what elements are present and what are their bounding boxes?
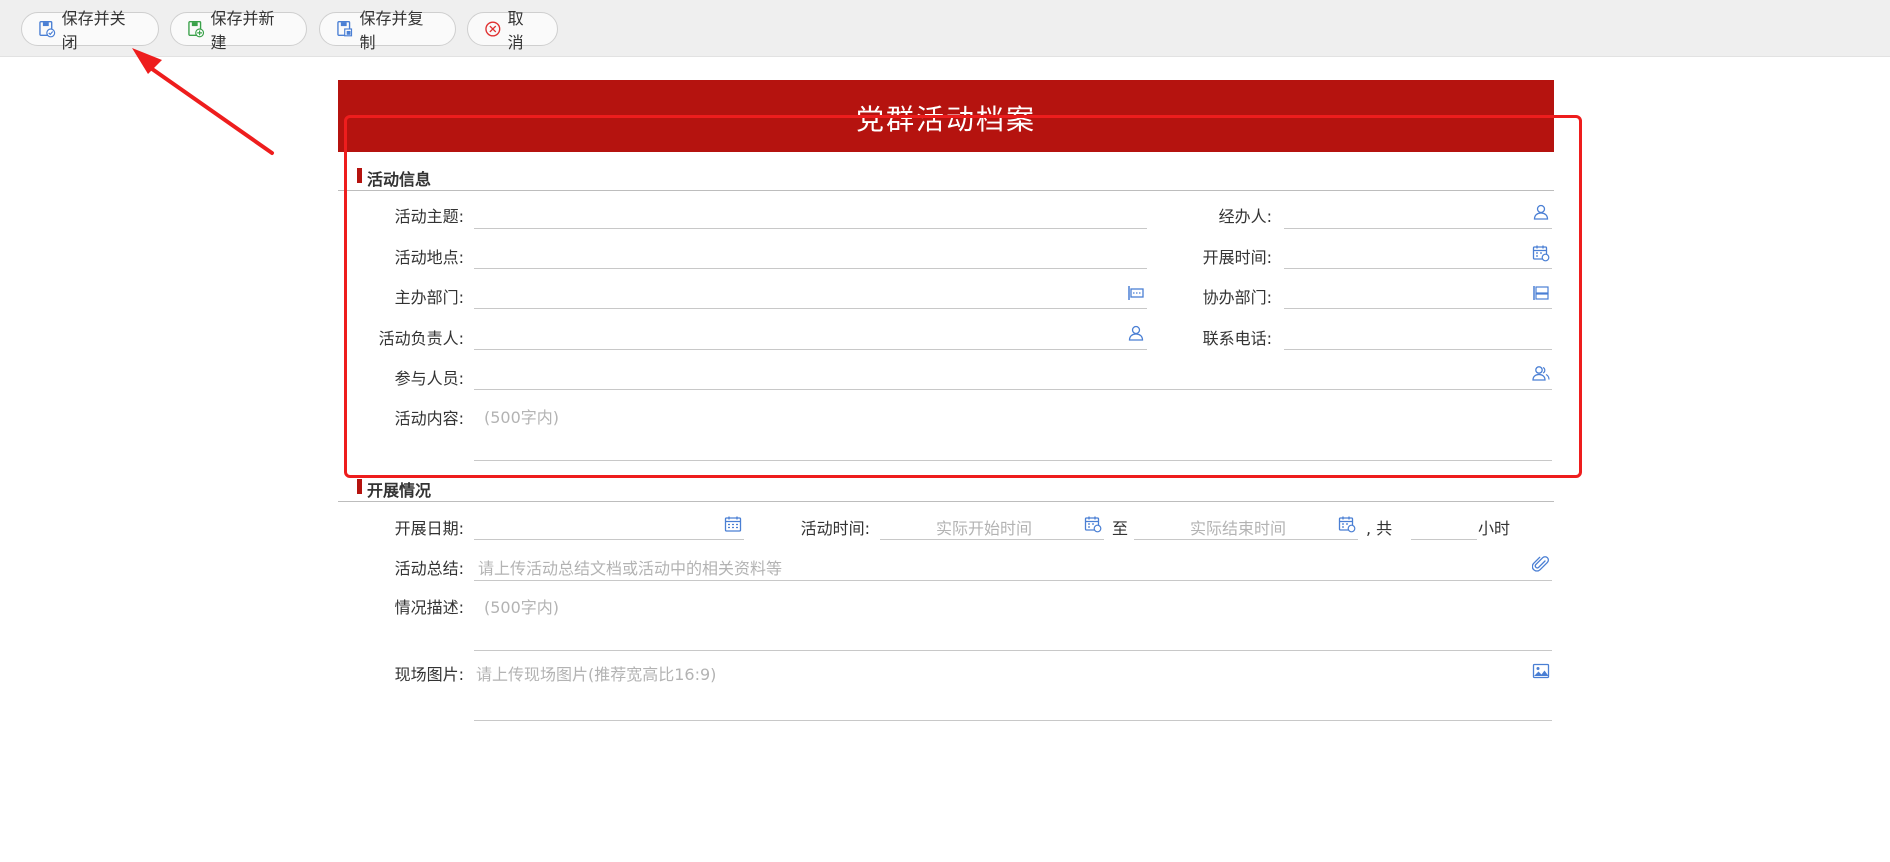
section-title: 开展情况: [367, 481, 432, 500]
save-new-label: 保存并新建: [210, 9, 275, 52]
save-new-button[interactable]: 保存并新建: [170, 9, 307, 52]
person-icon[interactable]: [1127, 324, 1145, 342]
end-time-placeholder: 实际结束时间: [1190, 519, 1287, 538]
topic-label: 活动主题:: [394, 207, 464, 226]
section-marker: [357, 479, 362, 494]
calendar-clock-icon[interactable]: [1338, 515, 1356, 533]
calendar-icon[interactable]: [724, 515, 742, 533]
description-textarea[interactable]: (500字内): [474, 590, 1552, 651]
host-dept-input[interactable]: [474, 281, 1147, 309]
participants-input[interactable]: [474, 362, 1552, 390]
start-time-label: 开展时间:: [1202, 248, 1272, 267]
form-title-bar: 党群活动档案 №: [338, 80, 1596, 152]
summary-label: 活动总结:: [394, 559, 464, 578]
description-label: 情况描述:: [394, 598, 464, 617]
section-activity-info: 活动信息: [338, 166, 1554, 191]
cancel-button[interactable]: 取消: [467, 9, 558, 52]
form-title: 党群活动档案: [855, 103, 1036, 136]
save-close-button[interactable]: 保存并关闭: [21, 9, 159, 52]
start-time-input[interactable]: [1284, 241, 1552, 269]
start-time-placeholder: 实际开始时间: [936, 519, 1033, 538]
calendar-clock-icon[interactable]: [1532, 244, 1550, 262]
section-marker: [357, 168, 362, 183]
image-icon[interactable]: [1532, 662, 1550, 680]
content-textarea[interactable]: (500字内): [474, 400, 1552, 461]
hours-input[interactable]: [1411, 512, 1477, 540]
location-input[interactable]: [474, 241, 1147, 269]
date-label: 开展日期:: [394, 519, 464, 538]
to-label: 至: [1111, 519, 1128, 538]
photos-upload[interactable]: 请上传现场图片(推荐宽高比16:9): [474, 657, 1552, 721]
date-input[interactable]: [474, 512, 744, 540]
section-title: 活动信息: [367, 170, 432, 189]
handler-label: 经办人:: [1218, 207, 1272, 226]
cancel-label: 取消: [507, 9, 524, 52]
save-copy-icon: [337, 21, 353, 37]
person-icon[interactable]: [1532, 203, 1550, 221]
calendar-clock-icon[interactable]: [1084, 515, 1102, 533]
activity-time-label: 活动时间:: [800, 519, 870, 538]
host-dept-label: 主办部门:: [394, 288, 464, 307]
handler-input[interactable]: [1284, 201, 1552, 229]
multi-department-icon[interactable]: [1532, 284, 1550, 302]
paperclip-icon[interactable]: [1532, 555, 1550, 573]
topic-input[interactable]: [474, 201, 1147, 229]
actual-start-time-input[interactable]: 实际开始时间: [880, 512, 1104, 540]
photos-label: 现场图片:: [394, 665, 464, 684]
save-close-icon: [39, 20, 56, 38]
save-copy-label: 保存并复制: [359, 9, 424, 52]
content-placeholder: (500字内): [484, 408, 560, 427]
photos-placeholder: 请上传现场图片(推荐宽高比16:9): [476, 665, 717, 684]
description-placeholder: (500字内): [484, 598, 560, 617]
total-label: , 共: [1366, 519, 1393, 538]
save-close-label: 保存并关闭: [61, 9, 126, 52]
location-label: 活动地点:: [394, 248, 464, 267]
people-icon[interactable]: [1532, 364, 1550, 382]
co-dept-input[interactable]: [1284, 281, 1552, 309]
cancel-icon: [485, 21, 501, 37]
phone-label: 联系电话:: [1202, 329, 1272, 348]
leader-label: 活动负责人:: [378, 329, 464, 348]
save-copy-button[interactable]: 保存并复制: [319, 9, 456, 52]
toolbar: 保存并关闭 保存并新建 保存并复制 取消: [0, 0, 1890, 57]
summary-placeholder: 请上传活动总结文档或活动中的相关资料等: [478, 559, 783, 578]
co-dept-label: 协办部门:: [1202, 288, 1272, 307]
phone-input[interactable]: [1284, 322, 1552, 350]
form-number-label: №: [1577, 124, 1596, 145]
summary-upload[interactable]: 请上传活动总结文档或活动中的相关资料等: [474, 552, 1552, 581]
content-label: 活动内容:: [394, 409, 464, 428]
save-new-icon: [188, 21, 205, 38]
actual-end-time-input[interactable]: 实际结束时间: [1134, 512, 1358, 540]
department-icon[interactable]: [1127, 284, 1145, 302]
section-progress: 开展情况: [338, 477, 1554, 502]
hours-label: 小时: [1478, 519, 1511, 538]
participants-label: 参与人员:: [394, 369, 464, 388]
leader-input[interactable]: [474, 322, 1147, 350]
